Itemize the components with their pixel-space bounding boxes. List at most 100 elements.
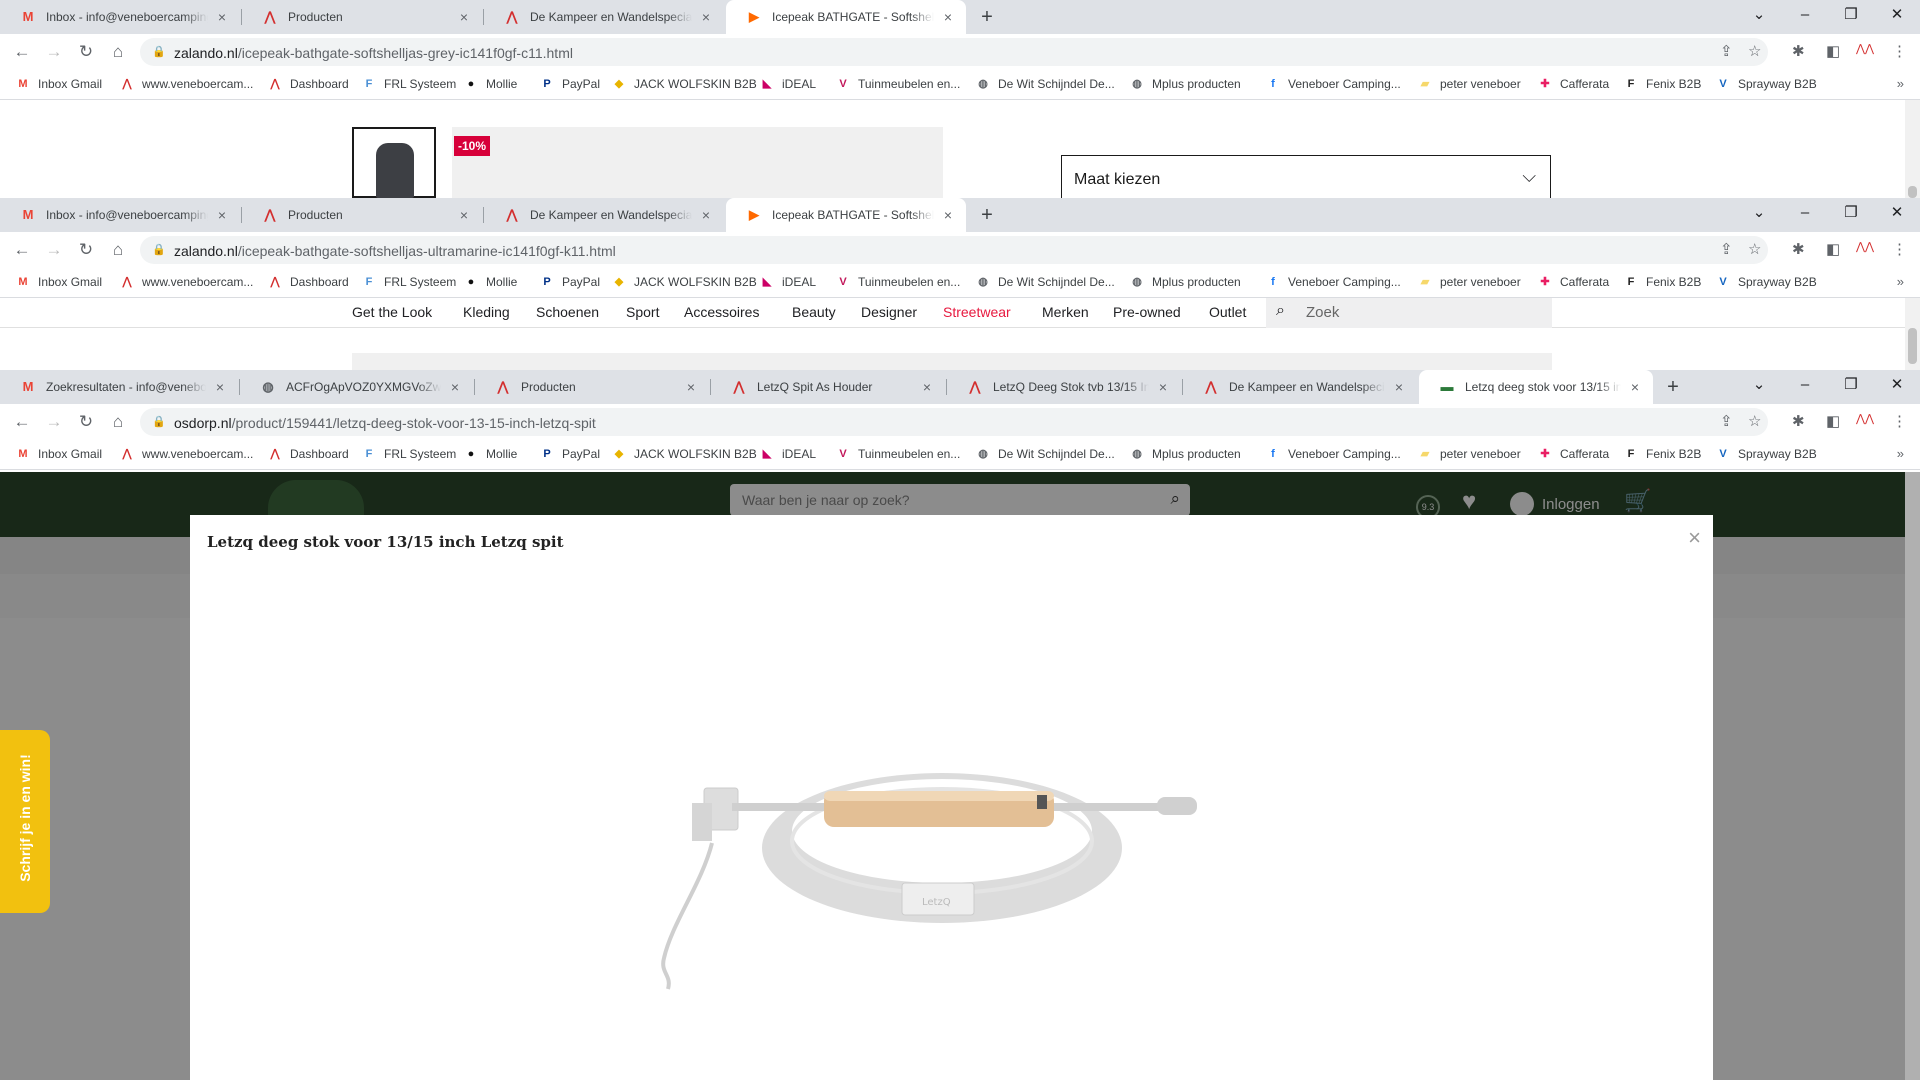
tab-search-icon[interactable]: ⌄ [1736,198,1782,232]
close-tab-icon[interactable]: × [214,207,230,223]
bookmark-ideal[interactable]: ◣ iDEAL [760,77,816,91]
bookmark-dashboard[interactable]: ⋀ Dashboard [268,447,348,461]
bookmark-star-icon[interactable]: ☆ [1748,240,1761,258]
more-bookmarks-icon[interactable]: » [1897,76,1904,91]
more-bookmarks-icon[interactable]: » [1897,274,1904,289]
nav-merken[interactable]: Merken [1042,304,1089,320]
nav-accessoires[interactable]: Accessoires [684,304,759,320]
share-icon[interactable]: ⇪ [1720,240,1733,258]
new-tab-button[interactable]: + [1660,374,1686,400]
bookmark-inbox-gmail[interactable]: M Inbox Gmail [16,275,102,289]
bookmark-ideal[interactable]: ◣ iDEAL [760,447,816,461]
nav-sport[interactable]: Sport [626,304,659,320]
nav-designer[interactable]: Designer [861,304,917,320]
tab-acfr[interactable]: ◍ ACFrOgApVOZ0YXMGVoZwoGWm × [240,370,473,404]
restore-button[interactable]: ❐ [1828,370,1874,404]
tab-kampeer[interactable]: ⋀ De Kampeer en Wandelspecialist × [484,0,724,34]
back-icon[interactable]: ← [10,238,34,262]
profile-icon[interactable]: ⋀⋀ [1856,412,1874,425]
bookmark-inbox-gmail[interactable]: M Inbox Gmail [16,447,102,461]
close-window-button[interactable]: ✕ [1874,0,1920,34]
tab-search-icon[interactable]: ⌄ [1736,370,1782,404]
minimize-button[interactable]: – [1782,370,1828,404]
tab-producten[interactable]: ⋀ Producten × [242,0,482,34]
bookmark-ideal[interactable]: ◣ iDEAL [760,275,816,289]
nav-kleding[interactable]: Kleding [463,304,510,320]
home-icon[interactable]: ⌂ [106,238,130,262]
bookmark-dashboard[interactable]: ⋀ Dashboard [268,275,348,289]
bookmark-www-veneboercam[interactable]: ⋀ www.veneboercam... [120,447,253,461]
bookmark-jack-wolfskin-b2b[interactable]: ◆ JACK WOLFSKIN B2B [612,275,757,289]
bookmark-jack-wolfskin-b2b[interactable]: ◆ JACK WOLFSKIN B2B [612,77,757,91]
close-tab-icon[interactable]: × [698,9,714,25]
bookmark-mollie[interactable]: ● Mollie [464,447,518,461]
bookmark-www-veneboercam[interactable]: ⋀ www.veneboercam... [120,275,253,289]
close-tab-icon[interactable]: × [214,9,230,25]
bookmark-dashboard[interactable]: ⋀ Dashboard [268,77,348,91]
nav-get-the-look[interactable]: Get the Look [352,304,432,320]
bookmark-cafferata[interactable]: ✚ Cafferata [1538,275,1609,289]
restore-button[interactable]: ❐ [1828,198,1874,232]
bookmark-peter-veneboer[interactable]: ▰ peter veneboer [1418,77,1521,91]
menu-icon[interactable]: ⋮ [1892,42,1907,60]
profile-icon[interactable]: ⋀⋀ [1856,240,1874,253]
share-icon[interactable]: ⇪ [1720,42,1733,60]
bookmark-frl-systeem[interactable]: F FRL Systeem [362,77,457,91]
close-tab-icon[interactable]: × [447,379,463,395]
tab-gmail-inbox[interactable]: M Inbox - info@veneboercamping.nl × [0,198,240,232]
scrollbar[interactable] [1905,472,1920,1080]
bookmark-veneboer-camping[interactable]: f Veneboer Camping... [1266,447,1401,461]
bookmark-fenix-b2b[interactable]: F Fenix B2B [1624,275,1702,289]
tab-gmail-inbox[interactable]: M Inbox - info@veneboercamping.nl × [0,0,240,34]
home-icon[interactable]: ⌂ [106,40,130,64]
tab-producten[interactable]: ⋀ Producten × [242,198,482,232]
bookmark-de-wit-schijndel-de[interactable]: ◍ De Wit Schijndel De... [976,275,1115,289]
tab-search-icon[interactable]: ⌄ [1736,0,1782,34]
close-tab-icon[interactable]: × [456,9,472,25]
extensions-icon[interactable]: ✱ [1792,42,1805,60]
new-tab-button[interactable]: + [974,202,1000,228]
close-tab-icon[interactable]: × [683,379,699,395]
reload-icon[interactable]: ↻ [74,238,98,262]
bookmark-tuinmeubelen-en[interactable]: V Tuinmeubelen en... [836,447,960,461]
bookmark-de-wit-schijndel-de[interactable]: ◍ De Wit Schijndel De... [976,77,1115,91]
newsletter-side-tab[interactable]: Schrijf je in en win! [0,730,50,913]
bookmark-mollie[interactable]: ● Mollie [464,77,518,91]
restore-button[interactable]: ❐ [1828,0,1874,34]
bookmark-paypal[interactable]: P PayPal [540,275,600,289]
bookmark-frl-systeem[interactable]: F FRL Systeem [362,275,457,289]
tab-zoekresultaten[interactable]: M Zoekresultaten - info@veneboercamping.… [0,370,238,404]
bookmark-www-veneboercam[interactable]: ⋀ www.veneboercam... [120,77,253,91]
menu-icon[interactable]: ⋮ [1892,412,1907,430]
nav-streetwear[interactable]: Streetwear [943,304,1011,320]
close-tab-icon[interactable]: × [940,207,956,223]
close-tab-icon[interactable]: × [1627,379,1643,395]
nav-outlet[interactable]: Outlet [1209,304,1246,320]
bookmark-fenix-b2b[interactable]: F Fenix B2B [1624,447,1702,461]
bookmark-cafferata[interactable]: ✚ Cafferata [1538,77,1609,91]
back-icon[interactable]: ← [10,40,34,64]
bookmark-fenix-b2b[interactable]: F Fenix B2B [1624,77,1702,91]
close-tab-icon[interactable]: × [1155,379,1171,395]
size-select[interactable]: Maat kiezen ⌵ [1061,155,1551,198]
tab-kampeer[interactable]: ⋀ De Kampeer en Wandelspecialist × [484,198,724,232]
reload-icon[interactable]: ↻ [74,410,98,434]
tab-letzq-deeg-stok[interactable]: ▬ Letzq deeg stok voor 13/15 inch × [1419,370,1653,404]
side-panel-icon[interactable]: ◧ [1826,240,1840,258]
close-tab-icon[interactable]: × [940,9,956,25]
forward-icon[interactable]: → [42,238,66,262]
bookmark-de-wit-schijndel-de[interactable]: ◍ De Wit Schijndel De... [976,447,1115,461]
menu-icon[interactable]: ⋮ [1892,240,1907,258]
close-tab-icon[interactable]: × [1391,379,1407,395]
bookmark-veneboer-camping[interactable]: f Veneboer Camping... [1266,275,1401,289]
bookmark-paypal[interactable]: P PayPal [540,77,600,91]
address-bar[interactable]: 🔒 osdorp.nl/product/159441/letzq-deeg-st… [140,408,1768,436]
scrollbar[interactable] [1905,100,1920,198]
more-bookmarks-icon[interactable]: » [1897,446,1904,461]
profile-icon[interactable]: ⋀⋀ [1856,42,1874,55]
nav-beauty[interactable]: Beauty [792,304,836,320]
side-panel-icon[interactable]: ◧ [1826,42,1840,60]
bookmark-paypal[interactable]: P PayPal [540,447,600,461]
new-tab-button[interactable]: + [974,4,1000,30]
tab-producten[interactable]: ⋀ Producten × [475,370,709,404]
